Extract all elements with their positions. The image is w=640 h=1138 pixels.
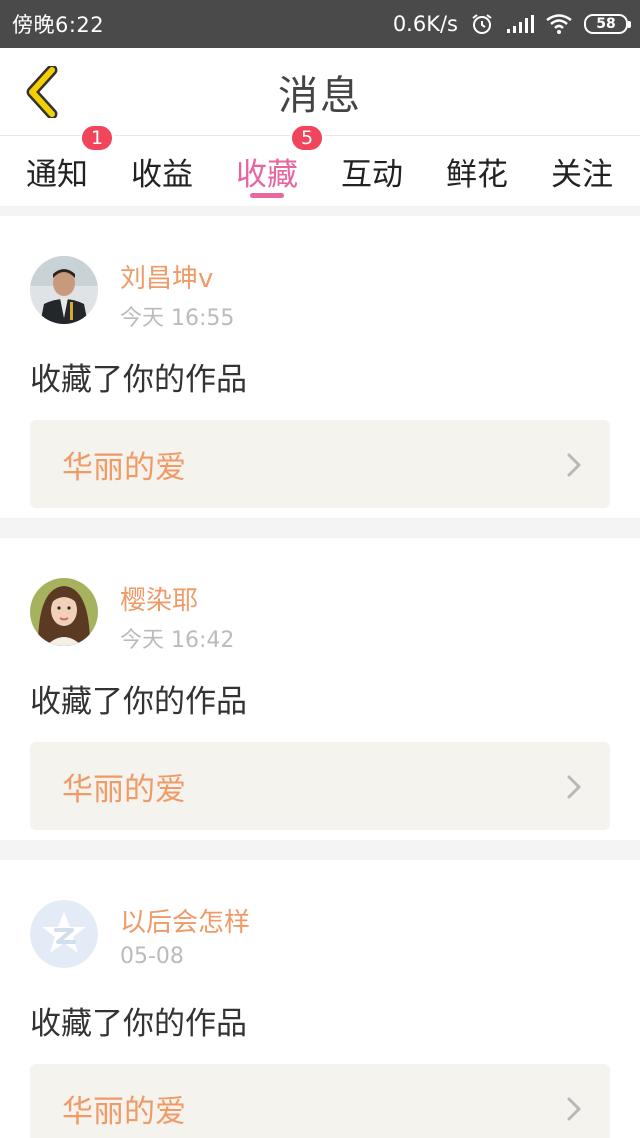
tab-label: 通知 — [26, 156, 88, 193]
tab-favorites[interactable]: 收藏 5 — [236, 124, 324, 206]
message-card: 樱染耶 今天 16:42 收藏了你的作品 华丽的爱 — [0, 538, 640, 840]
battery-level: 58 — [596, 16, 616, 32]
tab-label: 互动 — [341, 156, 403, 193]
timestamp: 今天 16:55 — [120, 306, 235, 331]
action-text: 收藏了你的作品 — [30, 1006, 247, 1042]
timestamp: 05-08 — [120, 944, 184, 969]
app-header: 消息 — [0, 48, 640, 136]
message-card: 刘昌坤v 今天 16:55 收藏了你的作品 华丽的爱 — [0, 216, 640, 518]
avatar[interactable] — [30, 256, 98, 324]
work-title: 华丽的爱 — [62, 771, 186, 808]
message-list[interactable]: 刘昌坤v 今天 16:55 收藏了你的作品 华丽的爱 樱染耶 今天 16:42 — [0, 206, 640, 1138]
user-name[interactable]: 樱染耶 — [120, 580, 198, 617]
status-time: 傍晚6:22 — [12, 13, 105, 37]
tab-label: 鲜花 — [446, 156, 508, 193]
signal-icon — [506, 14, 534, 34]
action-text: 收藏了你的作品 — [30, 684, 247, 720]
tab-earnings[interactable]: 收益 — [131, 136, 193, 206]
timestamp: 今天 16:42 — [120, 628, 235, 653]
status-indicators: 0.6K/s 58 — [392, 12, 631, 36]
tab-interactions[interactable]: 互动 — [341, 136, 403, 206]
tab-bar: 通知 1 收益 收藏 5 互动 鲜花 关注 — [0, 124, 640, 206]
tab-flowers[interactable]: 鲜花 — [446, 136, 508, 206]
work-title: 华丽的爱 — [62, 449, 186, 486]
alarm-icon — [470, 12, 494, 36]
network-speed: 0.6K/s — [392, 12, 458, 36]
favorites-badge: 5 — [290, 124, 324, 152]
tab-notifications[interactable]: 通知 1 — [26, 124, 114, 206]
work-title: 华丽的爱 — [62, 1093, 186, 1130]
tab-label: 收益 — [131, 156, 193, 193]
tab-following[interactable]: 关注 — [551, 136, 613, 206]
active-tab-indicator — [250, 193, 284, 198]
tab-label: 收藏 — [236, 156, 298, 193]
notification-badge: 1 — [80, 124, 114, 152]
wifi-icon — [546, 14, 572, 34]
user-name[interactable]: 刘昌坤v — [120, 258, 213, 295]
message-card: 以后会怎样 05-08 收藏了你的作品 华丽的爱 — [0, 860, 640, 1138]
status-bar: 傍晚6:22 0.6K/s 58 — [0, 0, 640, 48]
tab-label: 关注 — [551, 156, 613, 193]
work-link[interactable]: 华丽的爱 — [30, 420, 610, 508]
chevron-right-icon — [567, 775, 581, 799]
user-name[interactable]: 以后会怎样 — [120, 902, 250, 939]
action-text: 收藏了你的作品 — [30, 362, 247, 398]
avatar[interactable] — [30, 900, 98, 968]
battery-icon: 58 — [584, 14, 631, 34]
work-link[interactable]: 华丽的爱 — [30, 1064, 610, 1138]
chevron-right-icon — [567, 1097, 581, 1121]
avatar[interactable] — [30, 578, 98, 646]
work-link[interactable]: 华丽的爱 — [30, 742, 610, 830]
page-title: 消息 — [278, 73, 362, 119]
chevron-right-icon — [567, 453, 581, 477]
